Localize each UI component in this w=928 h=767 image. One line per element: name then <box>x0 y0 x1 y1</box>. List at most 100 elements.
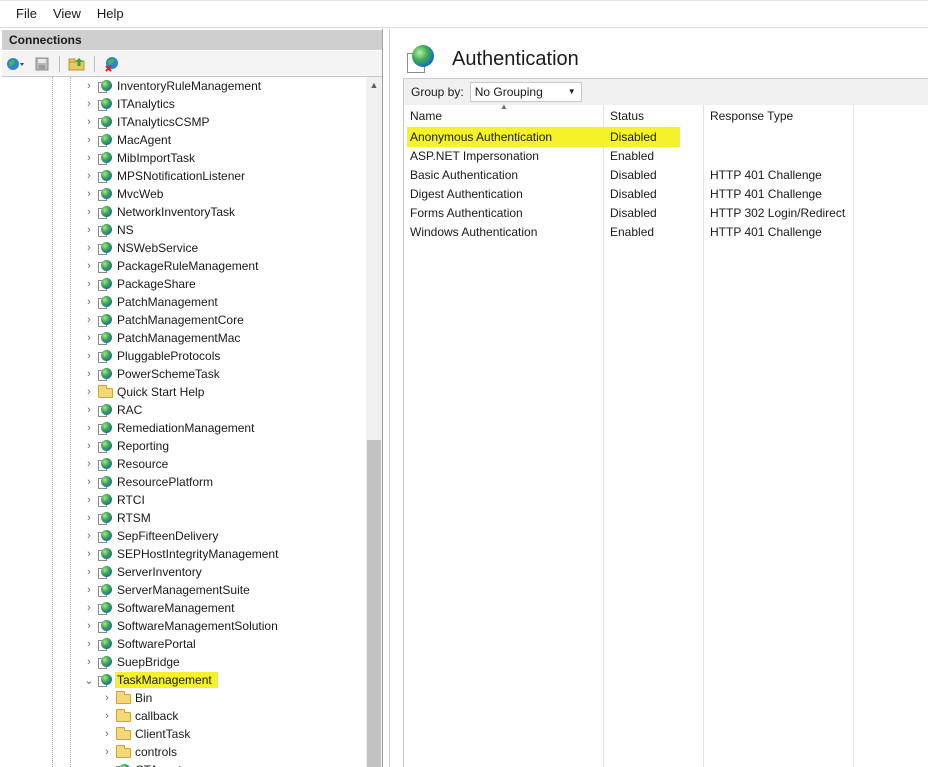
chevron-right-icon[interactable]: › <box>102 761 112 767</box>
tree-guide-line <box>70 77 71 767</box>
tree-item[interactable]: › SepFifteenDelivery <box>84 527 218 545</box>
tree-item[interactable]: › PackageRuleManagement <box>84 257 258 275</box>
chevron-right-icon[interactable]: › <box>84 131 94 149</box>
delete-connection-icon[interactable] <box>101 54 123 74</box>
tree-item[interactable]: › ITAnalyticsCSMP <box>84 113 209 131</box>
table-row[interactable]: Windows Authentication Enabled HTTP 401 Ch… <box>404 222 928 241</box>
chevron-right-icon[interactable]: › <box>84 275 94 293</box>
tree-item[interactable]: › Bin <box>102 689 152 707</box>
tree-item[interactable]: › ResourcePlatform <box>84 473 213 491</box>
chevron-right-icon[interactable]: › <box>84 581 94 599</box>
tree-item[interactable]: › SoftwareManagement <box>84 599 234 617</box>
tree-item[interactable]: › NS <box>84 221 134 239</box>
tree-item[interactable]: › Resource <box>84 455 168 473</box>
tree-item[interactable]: › MvcWeb <box>84 185 163 203</box>
tree-item[interactable]: › controls <box>102 743 177 761</box>
chevron-right-icon[interactable]: › <box>84 257 94 275</box>
tree-item[interactable]: › PluggableProtocols <box>84 347 220 365</box>
tree-item[interactable]: › SoftwareManagementSolution <box>84 617 278 635</box>
tree-item[interactable]: › callback <box>102 707 178 725</box>
chevron-down-icon[interactable]: ⌄ <box>84 671 94 689</box>
tree-item[interactable]: › RAC <box>84 401 142 419</box>
chevron-right-icon[interactable]: › <box>84 347 94 365</box>
chevron-right-icon[interactable]: › <box>84 383 94 401</box>
tree-item[interactable]: › RemediationManagement <box>84 419 254 437</box>
tree-item[interactable]: › RTCI <box>84 491 145 509</box>
scroll-up-arrow-icon[interactable]: ▲ <box>366 77 382 93</box>
tree-item[interactable]: › PackageShare <box>84 275 196 293</box>
tree-item[interactable]: › Quick Start Help <box>84 383 204 401</box>
save-icon[interactable] <box>31 54 53 74</box>
tree-vertical-scrollbar[interactable]: ▲ <box>366 77 382 767</box>
table-row[interactable]: ASP.NET Impersonation Enabled <box>404 146 928 165</box>
chevron-right-icon[interactable]: › <box>84 113 94 131</box>
chevron-right-icon[interactable]: › <box>84 653 94 671</box>
chevron-right-icon[interactable]: › <box>84 221 94 239</box>
tree-item[interactable]: › NetworkInventoryTask <box>84 203 235 221</box>
chevron-right-icon[interactable]: › <box>102 725 112 743</box>
menu-view[interactable]: View <box>45 6 89 21</box>
chevron-right-icon[interactable]: › <box>84 401 94 419</box>
tree-item[interactable]: › ServerInventory <box>84 563 202 581</box>
chevron-right-icon[interactable]: › <box>84 365 94 383</box>
chevron-right-icon[interactable]: › <box>84 239 94 257</box>
connect-globe-icon[interactable] <box>5 54 27 74</box>
chevron-right-icon[interactable]: › <box>84 149 94 167</box>
tree-item[interactable]: › MacAgent <box>84 131 171 149</box>
tree-item[interactable]: › PatchManagement <box>84 293 218 311</box>
up-folder-icon[interactable] <box>66 54 88 74</box>
menu-file[interactable]: File <box>8 6 45 21</box>
chevron-right-icon[interactable]: › <box>102 707 112 725</box>
column-header-status[interactable]: Status <box>604 105 704 127</box>
tree-item[interactable]: › MPSNotificationListener <box>84 167 245 185</box>
scrollbar-thumb[interactable] <box>367 440 381 767</box>
tree-item[interactable]: › PatchManagementCore <box>84 311 244 329</box>
column-header-response-type[interactable]: Response Type <box>704 105 854 127</box>
group-by-dropdown[interactable]: No Grouping ▼ <box>469 82 582 102</box>
table-row[interactable]: Basic Authentication Disabled HTTP 401 Cha… <box>404 165 928 184</box>
globe-icon <box>97 204 113 220</box>
tree-item[interactable]: › ServerManagementSuite <box>84 581 250 599</box>
tree-item[interactable]: ⌄ TaskManagement <box>84 671 218 689</box>
tree-item[interactable]: › ITAnalytics <box>84 95 175 113</box>
chevron-right-icon[interactable]: › <box>84 311 94 329</box>
chevron-right-icon[interactable]: › <box>84 329 94 347</box>
column-header-name[interactable]: ▲ Name <box>404 102 604 127</box>
tree-item[interactable]: › InventoryRuleManagement <box>84 77 261 95</box>
tree-item[interactable]: › NSWebService <box>84 239 198 257</box>
tree-item[interactable]: › Reporting <box>84 437 169 455</box>
chevron-right-icon[interactable]: › <box>84 563 94 581</box>
table-row[interactable]: Anonymous Authentication Disabled <box>404 127 928 147</box>
chevron-right-icon[interactable]: › <box>102 743 112 761</box>
chevron-right-icon[interactable]: › <box>84 167 94 185</box>
chevron-right-icon[interactable]: › <box>102 689 112 707</box>
table-row[interactable]: Forms Authentication Disabled HTTP 302 Log… <box>404 203 928 222</box>
chevron-right-icon[interactable]: › <box>84 635 94 653</box>
chevron-right-icon[interactable]: › <box>84 509 94 527</box>
chevron-right-icon[interactable]: › <box>84 293 94 311</box>
chevron-right-icon[interactable]: › <box>84 203 94 221</box>
tree-item[interactable]: › PowerSchemeTask <box>84 365 220 383</box>
chevron-right-icon[interactable]: › <box>84 95 94 113</box>
chevron-right-icon[interactable]: › <box>84 473 94 491</box>
chevron-right-icon[interactable]: › <box>84 455 94 473</box>
chevron-right-icon[interactable]: › <box>84 545 94 563</box>
chevron-right-icon[interactable]: › <box>84 437 94 455</box>
tree-item[interactable]: › CTAgent <box>102 761 181 767</box>
tree-item[interactable]: › SoftwarePortal <box>84 635 196 653</box>
tree-item[interactable]: › MibImportTask <box>84 149 195 167</box>
chevron-right-icon[interactable]: › <box>84 599 94 617</box>
tree-item[interactable]: › RTSM <box>84 509 151 527</box>
chevron-right-icon[interactable]: › <box>84 617 94 635</box>
chevron-right-icon[interactable]: › <box>84 419 94 437</box>
chevron-right-icon[interactable]: › <box>84 491 94 509</box>
tree-item[interactable]: › ClientTask <box>102 725 190 743</box>
menu-help[interactable]: Help <box>89 6 132 21</box>
chevron-right-icon[interactable]: › <box>84 185 94 203</box>
tree-item[interactable]: › SuepBridge <box>84 653 180 671</box>
tree-item[interactable]: › PatchManagementMac <box>84 329 240 347</box>
chevron-right-icon[interactable]: › <box>84 527 94 545</box>
chevron-right-icon[interactable]: › <box>84 77 94 95</box>
table-row[interactable]: Digest Authentication Disabled HTTP 401 Ch… <box>404 184 928 203</box>
tree-item[interactable]: › SEPHostIntegrityManagement <box>84 545 278 563</box>
